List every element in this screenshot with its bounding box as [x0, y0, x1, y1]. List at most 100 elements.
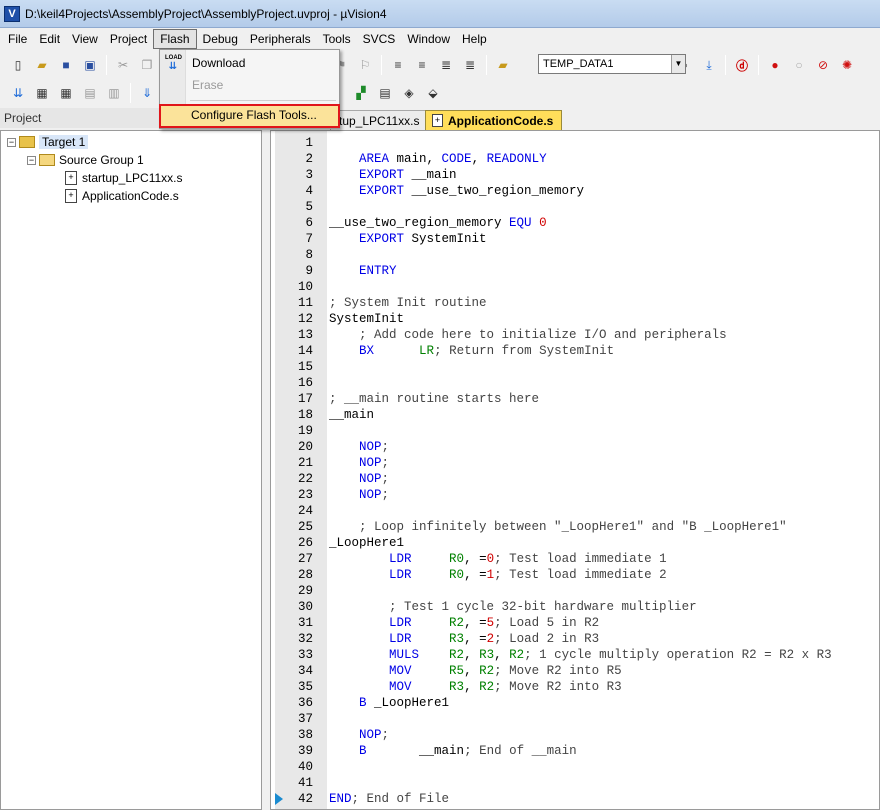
kill-all-breakpoints-icon[interactable]: ✺ — [837, 55, 857, 75]
code-line[interactable]: 34 MOV R5, R2; Move R2 into R5 — [271, 663, 879, 679]
bookmark-next-icon[interactable]: ⚐ — [355, 55, 375, 75]
manage-components-icon[interactable]: ▞ — [351, 83, 371, 103]
tab-startup[interactable]: tup_LPC11xx.s — [330, 110, 429, 130]
target-select[interactable]: TEMP_DATA1 ▼ — [538, 54, 686, 74]
code-line[interactable]: 23 NOP; — [271, 487, 879, 503]
code-line[interactable]: 11 ; System Init routine — [271, 295, 879, 311]
tab-application-code[interactable]: + ApplicationCode.s — [425, 110, 563, 130]
code-line[interactable]: 33 MULS R2, R3, R2; 1 cycle multiply ope… — [271, 647, 879, 663]
menu-erase[interactable]: Erase — [160, 74, 339, 96]
menu-view[interactable]: View — [66, 29, 104, 49]
tree-file-startup[interactable]: + startup_LPC11xx.s — [65, 169, 183, 187]
open-folder-icon[interactable]: ▰ — [32, 55, 52, 75]
collapse-icon[interactable]: − — [7, 137, 16, 147]
build-icon[interactable]: ▦ — [32, 83, 52, 103]
find-in-files-icon[interactable]: ▰ — [493, 55, 513, 75]
code-line[interactable]: 29 — [271, 583, 879, 599]
separator — [106, 55, 107, 75]
save-all-icon[interactable]: ▣ — [80, 55, 100, 75]
code-line[interactable]: 40 — [271, 759, 879, 775]
copy-icon[interactable]: ❐ — [137, 55, 157, 75]
cut-icon[interactable]: ✂ — [113, 55, 133, 75]
code-line[interactable]: 41 — [271, 775, 879, 791]
options-icon[interactable]: ◈ — [399, 83, 419, 103]
menu-tools[interactable]: Tools — [317, 29, 357, 49]
menu-project[interactable]: Project — [104, 29, 153, 49]
save-icon[interactable]: ■ — [56, 55, 76, 75]
menu-help[interactable]: Help — [456, 29, 493, 49]
code-line[interactable]: 5 — [271, 199, 879, 215]
incremental-find-icon[interactable]: ⤓ — [699, 55, 719, 75]
code-line[interactable]: 27 LDR R0, =0; Test load immediate 1 — [271, 551, 879, 567]
translate-icon[interactable]: ⇊ — [8, 83, 28, 103]
separator — [130, 83, 131, 103]
menu-debug[interactable]: Debug — [197, 29, 244, 49]
code-line[interactable]: 15 — [271, 359, 879, 375]
menu-configure-flash-tools[interactable]: Configure Flash Tools... — [159, 104, 340, 128]
code-line[interactable]: 2 AREA main, CODE, READONLY — [271, 151, 879, 167]
code-line[interactable]: 12 SystemInit — [271, 311, 879, 327]
code-line[interactable]: 4 EXPORT __use_two_region_memory — [271, 183, 879, 199]
menu-svcs[interactable]: SVCS — [357, 29, 402, 49]
unindent-icon[interactable]: ≡ — [412, 55, 432, 75]
chevron-down-icon[interactable]: ▼ — [671, 55, 685, 73]
code-line[interactable]: 20 NOP; — [271, 439, 879, 455]
disable-all-breakpoints-icon[interactable]: ⊘ — [813, 55, 833, 75]
code-line[interactable]: 21 NOP; — [271, 455, 879, 471]
code-line[interactable]: 38 NOP; — [271, 727, 879, 743]
new-file-icon[interactable]: ▯ — [8, 55, 28, 75]
disable-breakpoint-icon[interactable]: ○ — [789, 55, 809, 75]
code-line[interactable]: 13 ; Add code here to initialize I/O and… — [271, 327, 879, 343]
code-line[interactable]: 18 __main — [271, 407, 879, 423]
code-editor[interactable]: 12 AREA main, CODE, READONLY 3 EXPORT __m… — [270, 130, 880, 810]
code-line[interactable]: 9 ENTRY — [271, 263, 879, 279]
comment-icon[interactable]: ≣ — [436, 55, 456, 75]
rebuild-icon[interactable]: ▦ — [56, 83, 76, 103]
code-line[interactable]: 42 END; End of File — [271, 791, 879, 807]
separator — [725, 55, 726, 75]
code-line[interactable]: 7 EXPORT SystemInit — [271, 231, 879, 247]
code-line[interactable]: 1 — [271, 135, 879, 151]
stop-build-icon[interactable]: ▥ — [104, 83, 124, 103]
menu-flash[interactable]: Flash — [153, 29, 197, 49]
line-number: 10 — [297, 280, 313, 294]
code-text: __main — [329, 408, 375, 422]
code-line[interactable]: 6 __use_two_region_memory EQU 0 — [271, 215, 879, 231]
code-line[interactable]: 28 LDR R0, =1; Test load immediate 2 — [271, 567, 879, 583]
manage-books-icon[interactable]: ▤ — [375, 83, 395, 103]
code-line[interactable]: 19 — [271, 423, 879, 439]
code-line[interactable]: 32 LDR R3, =2; Load 2 in R3 — [271, 631, 879, 647]
code-line[interactable]: 10 — [271, 279, 879, 295]
code-line[interactable]: 22 NOP; — [271, 471, 879, 487]
indent-icon[interactable]: ≡ — [388, 55, 408, 75]
batch-build-icon[interactable]: ▤ — [80, 83, 100, 103]
menu-edit[interactable]: Edit — [33, 29, 66, 49]
menu-peripherals[interactable]: Peripherals — [244, 29, 317, 49]
debug-session-icon[interactable]: ⓓ — [732, 55, 752, 75]
code-line[interactable]: 37 — [271, 711, 879, 727]
code-line[interactable]: 17 ; __main routine starts here — [271, 391, 879, 407]
menu-window[interactable]: Window — [401, 29, 456, 49]
code-line[interactable]: 14 BX LR; Return from SystemInit — [271, 343, 879, 359]
uncomment-icon[interactable]: ≣ — [460, 55, 480, 75]
code-line[interactable]: 3 EXPORT __main — [271, 167, 879, 183]
breakpoint-icon[interactable]: ● — [765, 55, 785, 75]
code-line[interactable]: 36 B _LoopHere1 — [271, 695, 879, 711]
code-line[interactable]: 24 — [271, 503, 879, 519]
code-line[interactable]: 30 ; Test 1 cycle 32-bit hardware multip… — [271, 599, 879, 615]
tree-target[interactable]: − Target 1 — [7, 133, 89, 151]
code-line[interactable]: 8 — [271, 247, 879, 263]
tree-file-application[interactable]: + ApplicationCode.s — [65, 187, 179, 205]
collapse-icon[interactable]: − — [27, 155, 36, 165]
tree-source-group[interactable]: − Source Group 1 — [27, 151, 144, 169]
load-flash-icon[interactable]: ⇓ — [137, 83, 157, 103]
code-line[interactable]: 31 LDR R2, =5; Load 5 in R2 — [271, 615, 879, 631]
menu-download[interactable]: LOAD ⇊ Download — [160, 52, 339, 74]
code-line[interactable]: 26 _LoopHere1 — [271, 535, 879, 551]
code-line[interactable]: 16 — [271, 375, 879, 391]
code-line[interactable]: 35 MOV R3, R2; Move R2 into R3 — [271, 679, 879, 695]
menu-file[interactable]: File — [2, 29, 33, 49]
target-options-icon[interactable]: ⬙ — [423, 83, 443, 103]
code-line[interactable]: 25 ; Loop infinitely between "_LoopHere1… — [271, 519, 879, 535]
code-line[interactable]: 39 B __main; End of __main — [271, 743, 879, 759]
